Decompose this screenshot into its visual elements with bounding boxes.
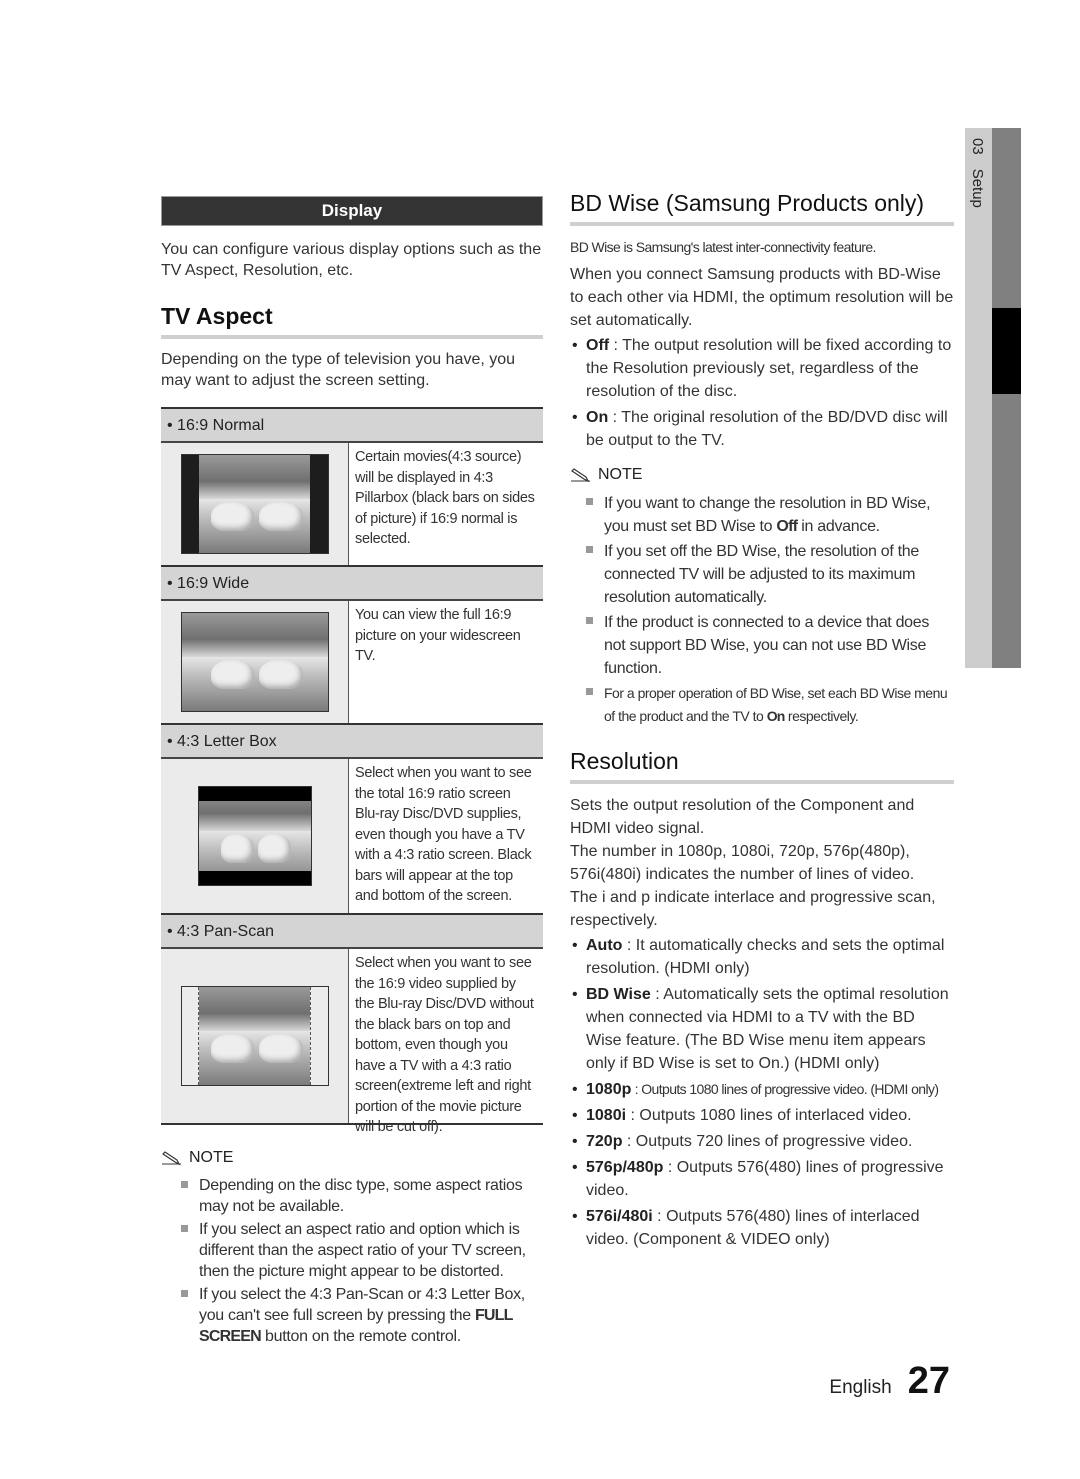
left-column: Display You can configure various displa… <box>161 196 543 1349</box>
bd-wise-subtitle: BD Wise is Samsung's latest inter-connec… <box>570 239 876 255</box>
aspect-option-label: 16:9 Wide <box>177 575 250 592</box>
note-list: Depending on the disc type, some aspect … <box>179 1175 543 1347</box>
resolution-option: 576i/480i : Outputs 576(480) lines of in… <box>570 1205 954 1251</box>
resolution-options: Auto : It automatically checks and sets … <box>570 934 954 1251</box>
resolution-title: Resolution <box>570 748 954 784</box>
aspect-option-label: 4:3 Letter Box <box>177 733 277 750</box>
aspect-picture-cell <box>161 949 349 1123</box>
resolution-option: Auto : It automatically checks and sets … <box>570 934 954 980</box>
aspect-option-row: You can view the full 16:9 picture on yo… <box>161 601 543 725</box>
pillarbox-picture <box>180 454 329 554</box>
chapter-number: 03 <box>969 138 986 155</box>
aspect-picture-cell <box>161 759 349 913</box>
aspect-option-header: • 4:3 Pan-Scan <box>161 915 543 949</box>
aspect-option-header: • 16:9 Normal <box>161 409 543 443</box>
note-heading-text: NOTE <box>189 1149 234 1166</box>
bd-wise-note-list: If you want to change the resolution in … <box>584 492 954 728</box>
resolution-option: 1080p : Outputs 1080 lines of progressiv… <box>570 1078 954 1101</box>
note-item: Depending on the disc type, some aspect … <box>179 1175 543 1217</box>
aspect-option-header: • 4:3 Letter Box <box>161 725 543 759</box>
resolution-option: BD Wise : Automatically sets the optimal… <box>570 983 954 1075</box>
chapter-label: 03 Setup <box>969 138 986 222</box>
bd-wise-options: Off : The output resolution will be fixe… <box>570 334 954 452</box>
footer-language: English <box>829 1377 892 1398</box>
chapter-marker <box>992 308 1021 394</box>
resolution-para: Sets the output resolution of the Compon… <box>570 797 915 837</box>
note-item: If you want to change the resolution in … <box>584 492 954 538</box>
resolution-option: 576p/480p : Outputs 576(480) lines of pr… <box>570 1156 954 1202</box>
aspect-option-description: Select when you want to see the total 16… <box>355 765 532 904</box>
aspect-option-label: 4:3 Pan-Scan <box>177 923 274 940</box>
aspect-option-header: • 16:9 Wide <box>161 567 543 601</box>
aspect-option-description: Certain movies(4:3 source) will be displ… <box>355 449 535 547</box>
right-column: BD Wise (Samsung Products only) BD Wise … <box>570 190 954 1254</box>
aspect-picture-cell <box>161 443 349 565</box>
bd-wise-option: On : The original resolution of the BD/D… <box>570 406 954 452</box>
aspect-option-row: Select when you want to see the total 16… <box>161 759 543 915</box>
aspect-option-description: Select when you want to see the 16:9 vid… <box>355 955 534 1135</box>
bd-wise-option: Off : The output resolution will be fixe… <box>570 334 954 403</box>
note-heading-text: NOTE <box>598 466 643 483</box>
tv-aspect-description: Depending on the type of television you … <box>161 351 516 389</box>
chapter-title: Setup <box>969 168 986 208</box>
page-footer: English 27 <box>829 1360 950 1403</box>
resolution-option: 1080i : Outputs 1080 lines of interlaced… <box>570 1104 954 1127</box>
aspect-option-description: You can view the full 16:9 picture on yo… <box>355 607 521 664</box>
note-item: If the product is connected to a device … <box>584 611 954 680</box>
resolution-para: The number in 1080p, 1080i, 720p, 576p(4… <box>570 843 915 883</box>
note-item: For a proper operation of BD Wise, set e… <box>584 682 954 728</box>
resolution-option: 720p : Outputs 720 lines of progressive … <box>570 1130 954 1153</box>
bd-wise-title: BD Wise (Samsung Products only) <box>570 190 954 226</box>
letterbox-picture <box>197 786 312 886</box>
section-bar-display: Display <box>161 196 543 226</box>
aspect-option-row: Select when you want to see the 16:9 vid… <box>161 949 543 1135</box>
pencil-icon <box>162 1151 181 1166</box>
panscan-picture <box>180 986 329 1086</box>
note-heading: NOTE <box>570 466 954 484</box>
tv-aspect-title: TV Aspect <box>161 303 543 339</box>
aspect-option-label: 16:9 Normal <box>177 417 265 434</box>
aspect-picture-cell <box>161 601 349 723</box>
aspect-option-row: Certain movies(4:3 source) will be displ… <box>161 443 543 567</box>
note-item: If you set off the BD Wise, the resoluti… <box>584 540 954 609</box>
display-intro: You can configure various display option… <box>161 241 542 279</box>
bd-wise-intro: When you connect Samsung products with B… <box>570 266 954 329</box>
resolution-para: The i and p indicate interlace and progr… <box>570 889 936 929</box>
note-heading: NOTE <box>161 1149 543 1167</box>
pencil-icon <box>571 468 590 483</box>
chapter-strip <box>992 128 1021 668</box>
page-number: 27 <box>907 1360 950 1402</box>
note-item: If you select the 4:3 Pan-Scan or 4:3 Le… <box>179 1284 543 1347</box>
widescreen-picture <box>180 612 329 712</box>
note-item: If you select an aspect ratio and option… <box>179 1219 543 1282</box>
aspect-options-table: • 16:9 Normal Certain movies(4:3 source)… <box>161 407 543 1135</box>
